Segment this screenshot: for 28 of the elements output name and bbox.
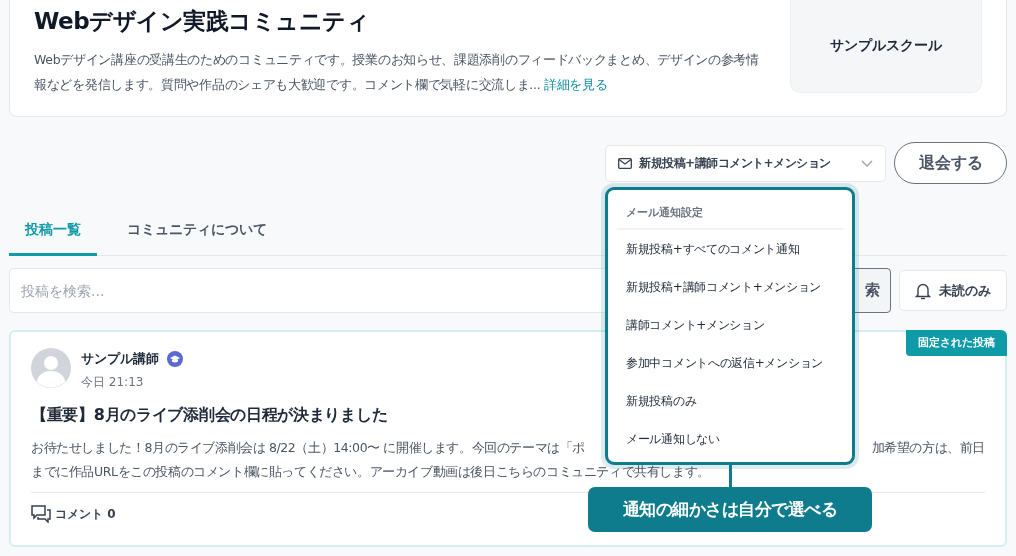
leave-button[interactable]: 退会する (894, 142, 1007, 184)
graduation-cap-icon (167, 351, 183, 367)
post-body-text: お待たせしました！8月のライブ添削会は 8/22（土）14:00〜 に開催します。今回のテーマは「ポ (31, 439, 585, 457)
mail-icon (618, 157, 632, 169)
comment-count: コメント 0 (55, 505, 116, 523)
unread-only-button[interactable]: 未読のみ (899, 270, 1007, 311)
community-description: Webデザイン講座の受講生のためのコミュニティです。授業のお知らせ、課題添削のフィードバックまとめ、デザインの参考情報などを発信します。質問や作品のシェアも大歓迎です。コメント欄で気軽に交流しま... 詳細を見る (34, 51, 760, 94)
pinned-badge: 固定された投稿 (906, 330, 1007, 356)
author-name: サンプル講師 (81, 350, 159, 368)
dropdown-option[interactable]: 新規投稿+すべてのコメント通知 (617, 230, 843, 268)
callout-label: 通知の細かさは自分で選べる (588, 487, 872, 532)
dropdown-option[interactable]: 新規投稿+講師コメント+メンション (617, 268, 843, 306)
comment-icon (31, 505, 51, 523)
tab[interactable]: コミュニティについて (111, 211, 283, 256)
dropdown-option[interactable]: 新規投稿のみ (617, 382, 843, 420)
community-title: Webデザイン実践コミュニティ (34, 7, 371, 36)
notification-select[interactable]: 新規投稿+講師コメント+メンション (605, 144, 886, 182)
school-name: サンプルスクール (830, 37, 942, 55)
bell-icon (915, 281, 931, 300)
post-title: 【重要】8月のライブ添削会の日程が決まりました (31, 405, 389, 426)
dropdown-option[interactable]: 参加中コメントへの返信+メンション (617, 344, 843, 382)
avatar-icon (31, 348, 71, 388)
dropdown-header: メール通知設定 (617, 202, 843, 230)
more-link[interactable]: 詳細を見る (544, 77, 608, 92)
post-time: 今日 21:13 (81, 374, 145, 391)
post-body-text: 加希望の方は、前日 (871, 439, 985, 457)
dropdown-option[interactable]: メール通知しない (617, 420, 843, 458)
chevron-down-icon (861, 159, 873, 167)
